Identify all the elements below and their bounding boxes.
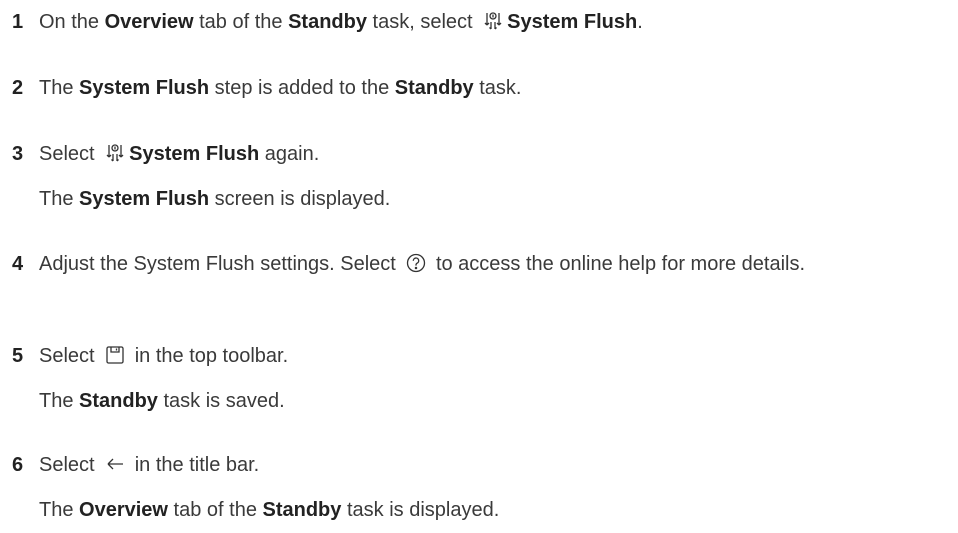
step-number: 1 [12, 11, 24, 33]
step-number: 5 [12, 345, 24, 367]
step-instruction: Select in the top toolbar. [39, 345, 289, 367]
step-instruction: Adjust the System Flush settings. Select… [39, 253, 806, 275]
step-result: The Standby task is saved. [39, 390, 285, 412]
help-circle-icon [406, 253, 426, 273]
system-flush-icon [105, 143, 125, 163]
step-instruction: Select System Flush again. [39, 143, 320, 165]
step-number: 3 [12, 143, 24, 165]
step-instruction: The System Flush step is added to the St… [39, 77, 522, 99]
save-icon [105, 345, 125, 365]
step-instruction: On the Overview tab of the Standby task,… [39, 11, 643, 33]
step-instruction: Select in the title bar. [39, 454, 260, 476]
step-number: 2 [12, 77, 24, 99]
system-flush-icon [483, 11, 503, 31]
arrow-left-icon [105, 454, 125, 474]
step-number: 6 [12, 454, 24, 476]
step-result: The Overview tab of the Standby task is … [39, 499, 500, 521]
step-result: The System Flush screen is displayed. [39, 188, 391, 210]
step-number: 4 [12, 253, 24, 275]
